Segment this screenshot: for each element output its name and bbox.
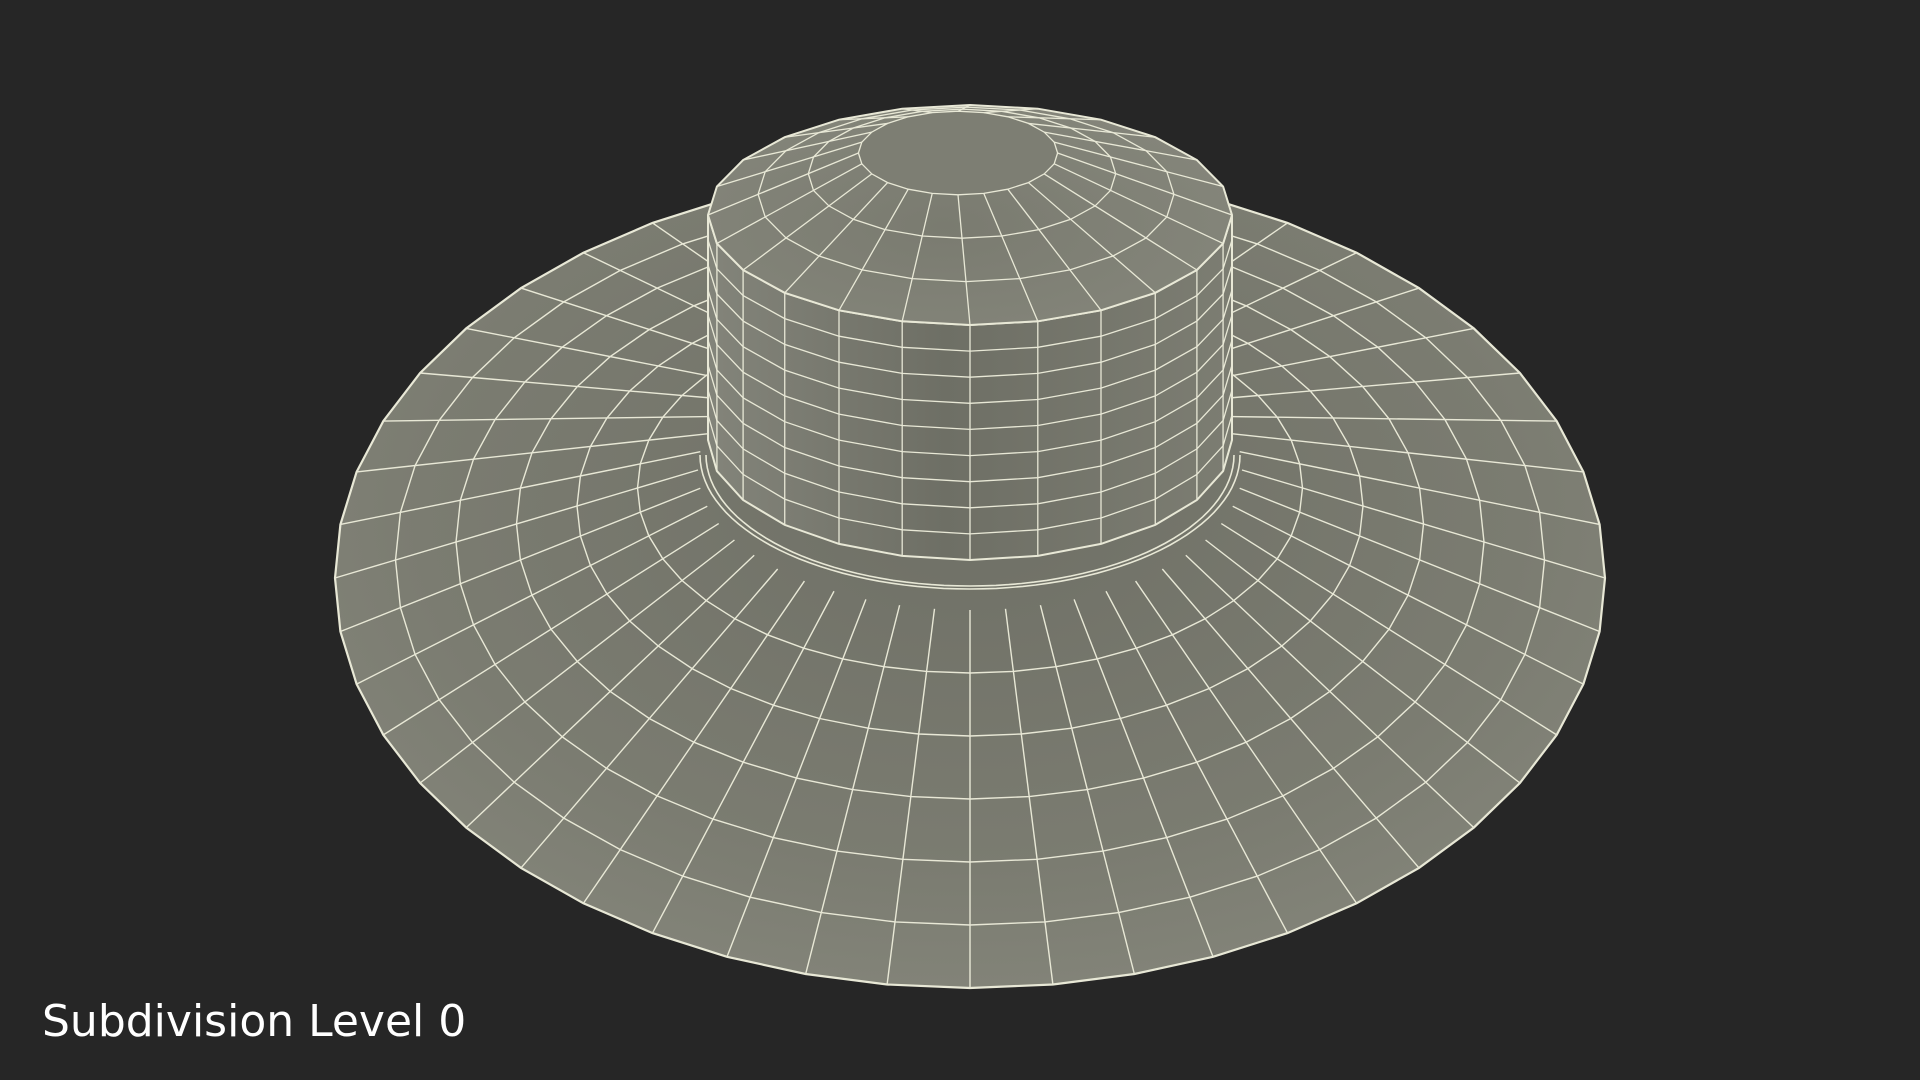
crown-top [706, 103, 1234, 327]
crown-top-ring-line [857, 110, 1059, 196]
render-viewport: Subdivision Level 0 [0, 0, 1920, 1080]
subdivision-level-label: Subdivision Level 0 [42, 996, 467, 1047]
hat-wireframe-model [333, 103, 1607, 990]
